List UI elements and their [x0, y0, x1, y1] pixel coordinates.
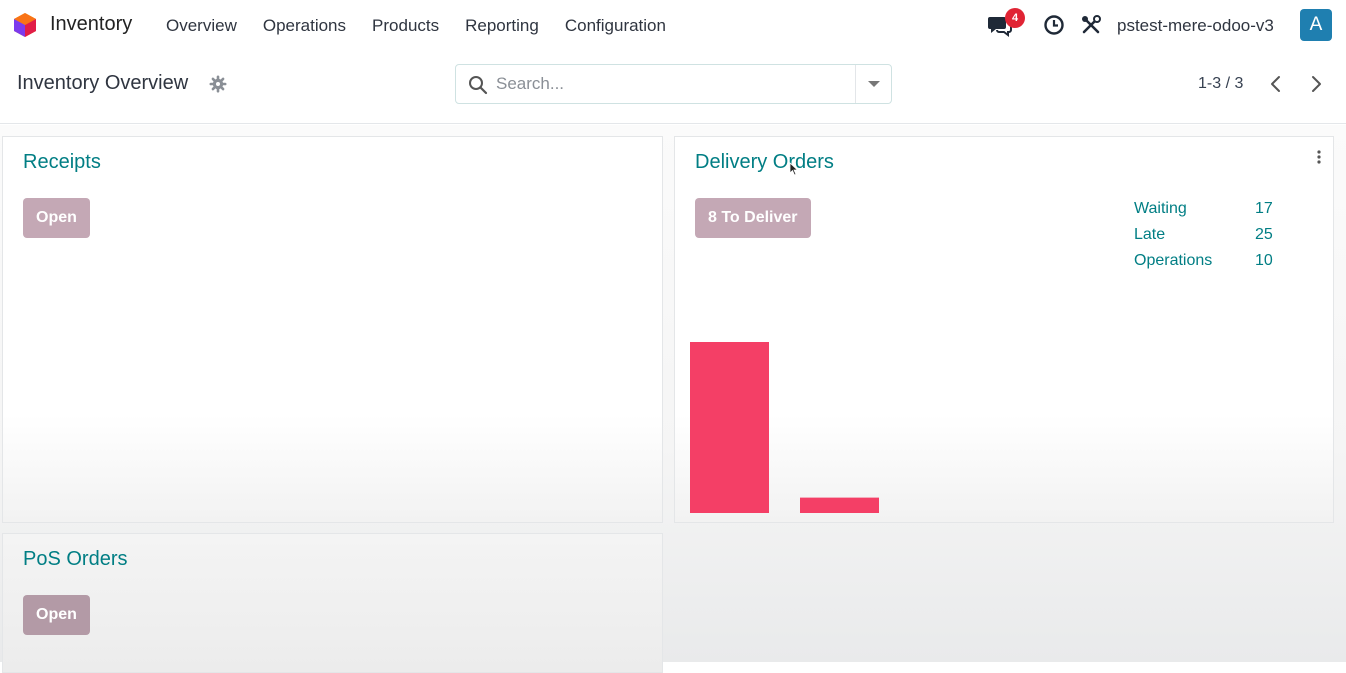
- receipts-open-button[interactable]: Open: [23, 198, 90, 238]
- top-navbar: Inventory Overview Operations Products R…: [0, 0, 1346, 50]
- chat-badge: 4: [1005, 8, 1025, 28]
- card-delivery-orders: Delivery Orders 8 To Deliver Waiting 17 …: [674, 136, 1334, 523]
- app-name[interactable]: Inventory: [50, 13, 132, 36]
- stat-value: 25: [1255, 226, 1273, 243]
- delivery-graph[interactable]: [675, 327, 1335, 517]
- main-menu: Overview Operations Products Reporting C…: [166, 16, 692, 36]
- stat-label: Late: [1134, 226, 1166, 243]
- stat-label: Waiting: [1134, 200, 1187, 217]
- stat-value: 17: [1255, 200, 1273, 217]
- card-pos-orders: PoS Orders Open: [2, 533, 663, 673]
- search-icon: [469, 76, 488, 95]
- search-input[interactable]: [496, 71, 846, 97]
- menu-operations[interactable]: Operations: [263, 16, 346, 36]
- pager-next-button[interactable]: [1302, 70, 1330, 98]
- menu-configuration[interactable]: Configuration: [565, 16, 666, 36]
- card-title-receipts[interactable]: Receipts: [23, 151, 101, 174]
- search-box: [455, 64, 892, 104]
- card-title-delivery-orders[interactable]: Delivery Orders: [695, 151, 834, 174]
- kebab-menu-icon[interactable]: [1315, 149, 1323, 165]
- graph-bar-2[interactable]: [800, 497, 879, 513]
- stat-row-late[interactable]: Late 25: [1134, 226, 1294, 252]
- card-receipts: Receipts Open: [2, 136, 663, 523]
- caret-down-icon: [868, 81, 880, 87]
- stat-value: 10: [1255, 252, 1273, 269]
- graph-bar-1[interactable]: [690, 342, 769, 513]
- stat-label: Operations: [1134, 252, 1213, 269]
- clock-icon[interactable]: [1043, 14, 1065, 36]
- gear-icon[interactable]: [209, 75, 227, 93]
- database-name[interactable]: pstest-mere-odoo-v3: [1117, 16, 1274, 36]
- pager-previous-button[interactable]: [1262, 70, 1290, 98]
- control-panel: Inventory Overview 1-3 / 3: [0, 50, 1346, 124]
- debug-tools-icon[interactable]: [1080, 14, 1102, 36]
- stat-row-operations[interactable]: Operations 10: [1134, 252, 1294, 278]
- pager-value[interactable]: 1-3 / 3: [1198, 75, 1243, 93]
- search-options-toggle[interactable]: [855, 65, 891, 103]
- delivery-stats: Waiting 17 Late 25 Operations 10: [1134, 200, 1294, 278]
- pos-open-button[interactable]: Open: [23, 595, 90, 635]
- page-title: Inventory Overview: [17, 72, 189, 94]
- kanban-dashboard: Receipts Open Delivery Orders 8 To Deliv…: [0, 125, 1346, 673]
- user-avatar[interactable]: A: [1300, 9, 1332, 41]
- card-title-pos-orders[interactable]: PoS Orders: [23, 548, 127, 571]
- menu-overview[interactable]: Overview: [166, 16, 237, 36]
- menu-products[interactable]: Products: [372, 16, 439, 36]
- stat-row-waiting[interactable]: Waiting 17: [1134, 200, 1294, 226]
- inventory-app-icon[interactable]: [11, 11, 39, 39]
- to-deliver-button[interactable]: 8 To Deliver: [695, 198, 811, 238]
- mouse-cursor-icon: [789, 162, 799, 176]
- menu-reporting[interactable]: Reporting: [465, 16, 539, 36]
